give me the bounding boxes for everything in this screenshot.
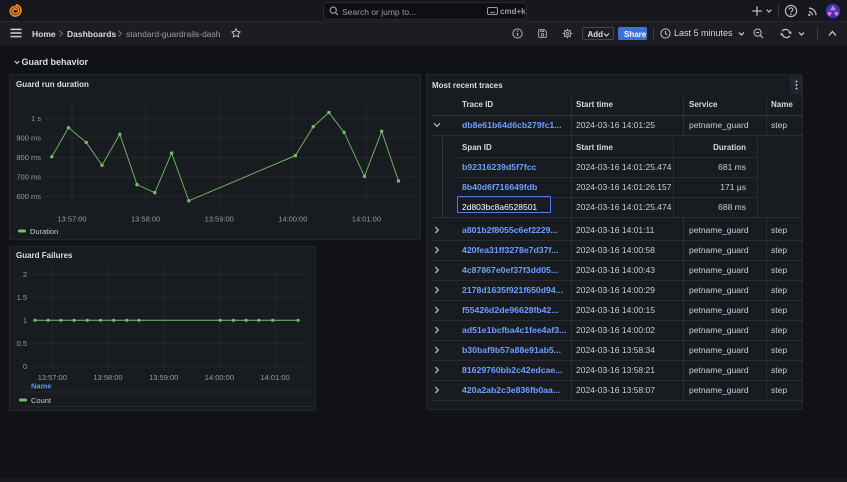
svg-text:0.5: 0.5 <box>17 339 27 348</box>
svg-text:14:00:00: 14:00:00 <box>205 373 234 382</box>
svg-text:13:59:00: 13:59:00 <box>149 373 178 382</box>
svg-text:1.5: 1.5 <box>17 293 27 302</box>
svg-text:Name: Name <box>31 382 51 391</box>
svg-text:14:01:00: 14:01:00 <box>352 215 381 224</box>
svg-text:13:59:00: 13:59:00 <box>205 215 234 224</box>
svg-text:14:01:00: 14:01:00 <box>260 373 289 382</box>
svg-text:13:58:00: 13:58:00 <box>93 373 122 382</box>
svg-text:1: 1 <box>23 316 27 325</box>
svg-text:Count: Count <box>31 396 52 405</box>
svg-text:800 ms: 800 ms <box>16 153 41 162</box>
svg-text:14:00:00: 14:00:00 <box>278 215 307 224</box>
svg-text:Duration: Duration <box>30 227 58 236</box>
svg-text:13:57:00: 13:57:00 <box>38 373 67 382</box>
svg-text:700 ms: 700 ms <box>16 173 41 182</box>
svg-text:0: 0 <box>23 362 27 371</box>
svg-text:2: 2 <box>23 270 27 279</box>
svg-text:600 ms: 600 ms <box>16 192 41 201</box>
svg-text:13:58:00: 13:58:00 <box>131 215 160 224</box>
svg-text:1 s: 1 s <box>31 114 41 123</box>
svg-text:900 ms: 900 ms <box>16 134 41 143</box>
svg-text:13:57:00: 13:57:00 <box>57 215 86 224</box>
